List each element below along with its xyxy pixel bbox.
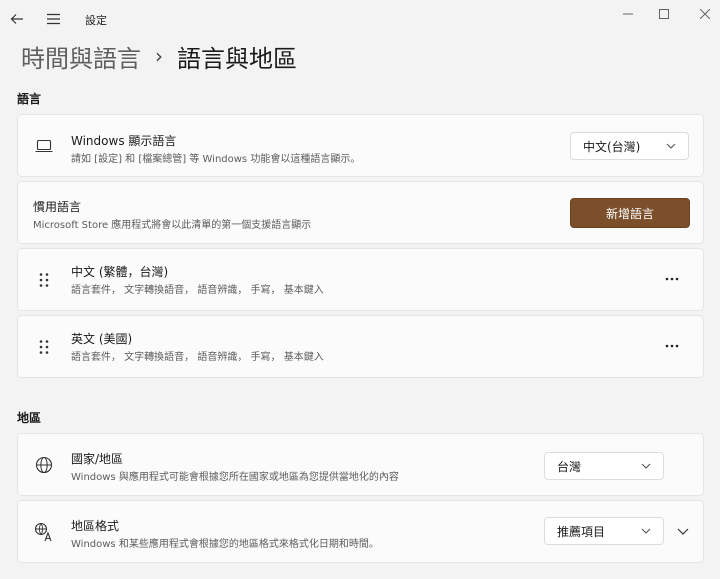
add-language-button[interactable]: 新增語言 bbox=[570, 198, 690, 228]
menu-button[interactable] bbox=[42, 8, 64, 30]
globe-icon bbox=[34, 455, 54, 475]
more-options-button[interactable] bbox=[659, 336, 685, 356]
page-title: 語言與地區 bbox=[177, 44, 297, 73]
chevron-down-icon bbox=[677, 528, 689, 535]
close-icon bbox=[700, 9, 710, 19]
maximize-icon bbox=[659, 9, 669, 19]
regional-format-card: 地區格式 Windows 和某些應用程式會根據您的地區格式來格式化日期和時間。 … bbox=[17, 500, 704, 563]
display-language-dropdown[interactable]: 中文(台灣) bbox=[570, 132, 689, 160]
breadcrumb-separator: › bbox=[155, 44, 163, 68]
preferred-languages-card: 慣用語言 Microsoft Store 應用程式將會以此清單的第一個支援語言顯… bbox=[17, 181, 704, 244]
preferred-languages-title: 慣用語言 bbox=[33, 200, 82, 214]
breadcrumb: 時間與語言 › 語言與地區 bbox=[21, 38, 297, 74]
preferred-languages-desc: Microsoft Store 應用程式將會以此清單的第一個支援語言顯示 bbox=[33, 220, 312, 231]
display-language-value: 中文(台灣) bbox=[583, 139, 641, 154]
hamburger-icon bbox=[46, 13, 60, 25]
display-language-card: Windows 顯示語言 請如 [設定] 和 [檔案總管] 等 Windows … bbox=[17, 114, 704, 177]
regional-format-title: 地區格式 bbox=[71, 519, 120, 533]
section-title-region: 地區 bbox=[17, 411, 42, 425]
drag-handle-icon[interactable] bbox=[34, 337, 54, 357]
language-item-name: 中文 (繁體，台灣) bbox=[71, 265, 169, 279]
more-icon bbox=[665, 277, 679, 281]
drag-handle-icon[interactable] bbox=[34, 270, 54, 290]
country-region-dropdown[interactable]: 台灣 bbox=[544, 452, 664, 480]
language-item-name: 英文 (美國) bbox=[71, 332, 133, 346]
regional-format-dropdown[interactable]: 推薦項目 bbox=[544, 517, 664, 545]
chevron-down-icon bbox=[641, 528, 651, 534]
country-region-card: 國家/地區 Windows 與應用程式可能會根據您所在國家或地區為您提供當地化的… bbox=[17, 433, 704, 496]
regional-format-desc: Windows 和某些應用程式會根據您的地區格式來格式化日期和時間。 bbox=[71, 539, 379, 550]
back-arrow-icon bbox=[10, 14, 23, 24]
maximize-button[interactable] bbox=[642, 3, 686, 25]
regional-format-icon bbox=[34, 522, 54, 542]
language-item-features: 語言套件， 文字轉換語音， 語音辨識， 手寫， 基本鍵入 bbox=[71, 285, 324, 296]
language-item-en-us[interactable]: 英文 (美國) 語言套件， 文字轉換語音， 語音辨識， 手寫， 基本鍵入 bbox=[17, 315, 704, 378]
minimize-icon bbox=[623, 13, 633, 15]
laptop-icon bbox=[34, 136, 54, 156]
app-title: 設定 bbox=[85, 14, 107, 27]
more-options-button[interactable] bbox=[659, 269, 685, 289]
expand-button[interactable] bbox=[672, 520, 694, 542]
section-title-language: 語言 bbox=[17, 92, 42, 106]
more-icon bbox=[665, 344, 679, 348]
breadcrumb-parent[interactable]: 時間與語言 bbox=[21, 39, 141, 74]
chevron-down-icon bbox=[666, 143, 676, 149]
display-language-desc: 請如 [設定] 和 [檔案總管] 等 Windows 功能會以這種語言顯示。 bbox=[71, 154, 361, 165]
country-region-title: 國家/地區 bbox=[71, 452, 124, 466]
language-item-zh-tw[interactable]: 中文 (繁體，台灣) 語言套件， 文字轉換語音， 語音辨識， 手寫， 基本鍵入 bbox=[17, 248, 704, 311]
country-region-value: 台灣 bbox=[557, 459, 582, 474]
regional-format-value: 推薦項目 bbox=[557, 524, 606, 539]
country-region-desc: Windows 與應用程式可能會根據您所在國家或地區為您提供當地化的內容 bbox=[71, 472, 399, 483]
display-language-title: Windows 顯示語言 bbox=[71, 134, 177, 148]
chevron-down-icon bbox=[641, 463, 651, 469]
title-bar: 設定 bbox=[0, 0, 720, 38]
back-button[interactable] bbox=[6, 8, 28, 30]
close-button[interactable] bbox=[683, 3, 720, 25]
language-item-features: 語言套件， 文字轉換語音， 語音辨識， 手寫， 基本鍵入 bbox=[71, 352, 324, 363]
